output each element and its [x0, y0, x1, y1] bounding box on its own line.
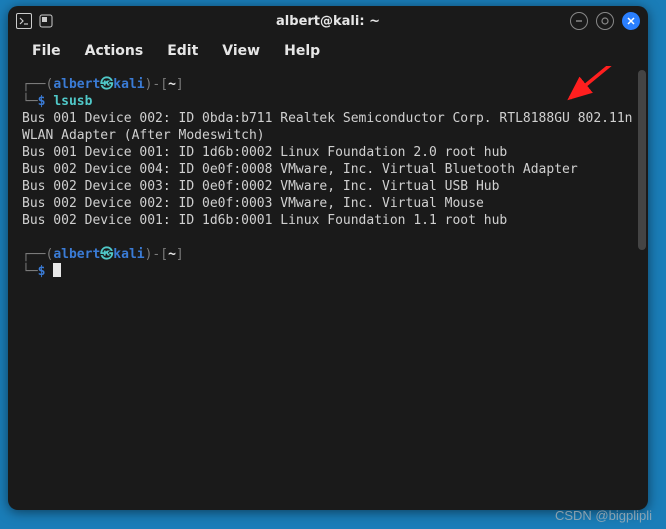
new-tab-icon[interactable]	[38, 13, 54, 29]
menu-view[interactable]: View	[212, 39, 270, 63]
prompt-frame2: └─	[22, 264, 38, 279]
prompt-block-1: ┌──(albert㉿kali)-[~] └─$ lsusb	[22, 76, 644, 110]
prompt-close: )-[	[145, 77, 168, 92]
prompt-close: )-[	[145, 247, 168, 262]
window-controls	[560, 12, 640, 30]
app-icon	[16, 13, 32, 29]
menu-edit[interactable]: Edit	[157, 39, 208, 63]
output-line: Bus 002 Device 001: ID 1d6b:0001 Linux F…	[22, 212, 644, 229]
prompt-at: ㉿	[100, 77, 113, 92]
prompt-dollar: $	[38, 94, 46, 109]
prompt-cwd: ~	[168, 247, 176, 262]
output-line: Bus 001 Device 001: ID 1d6b:0002 Linux F…	[22, 144, 644, 161]
menu-file[interactable]: File	[22, 39, 71, 63]
close-button[interactable]	[622, 12, 640, 30]
prompt-frame2: └─	[22, 94, 38, 109]
prompt-end: ]	[176, 247, 184, 262]
prompt-at: ㉿	[100, 247, 113, 262]
watermark: CSDN @bigplipli	[555, 508, 652, 523]
prompt-host: kali	[113, 247, 144, 262]
titlebar[interactable]: albert@kali: ~	[8, 6, 648, 36]
prompt-block-2: ┌──(albert㉿kali)-[~] └─$	[22, 246, 644, 280]
blank-line	[22, 229, 644, 246]
window-title: albert@kali: ~	[96, 14, 560, 29]
prompt-user: albert	[53, 247, 100, 262]
menu-actions[interactable]: Actions	[75, 39, 154, 63]
prompt-dollar: $	[38, 264, 46, 279]
terminal-body[interactable]: ┌──(albert㉿kali)-[~] └─$ lsusb Bus 001 D…	[8, 66, 648, 510]
output-line: Bus 002 Device 003: ID 0e0f:0002 VMware,…	[22, 178, 644, 195]
command-text: lsusb	[53, 94, 92, 109]
scrollbar[interactable]	[638, 70, 646, 250]
prompt-user: albert	[53, 77, 100, 92]
maximize-button[interactable]	[596, 12, 614, 30]
prompt-end: ]	[176, 77, 184, 92]
prompt-frame: ┌──(	[22, 77, 53, 92]
menu-help[interactable]: Help	[274, 39, 330, 63]
prompt-host: kali	[113, 77, 144, 92]
cursor	[53, 263, 61, 277]
menubar: File Actions Edit View Help	[8, 36, 648, 66]
prompt-frame: ┌──(	[22, 247, 53, 262]
prompt-cwd: ~	[168, 77, 176, 92]
minimize-button[interactable]	[570, 12, 588, 30]
titlebar-left	[16, 13, 96, 29]
output-line: Bus 001 Device 002: ID 0bda:b711 Realtek…	[22, 110, 644, 144]
terminal-window: albert@kali: ~ File Actions Edit View He…	[8, 6, 648, 510]
output-line: Bus 002 Device 004: ID 0e0f:0008 VMware,…	[22, 161, 644, 178]
output-line: Bus 002 Device 002: ID 0e0f:0003 VMware,…	[22, 195, 644, 212]
